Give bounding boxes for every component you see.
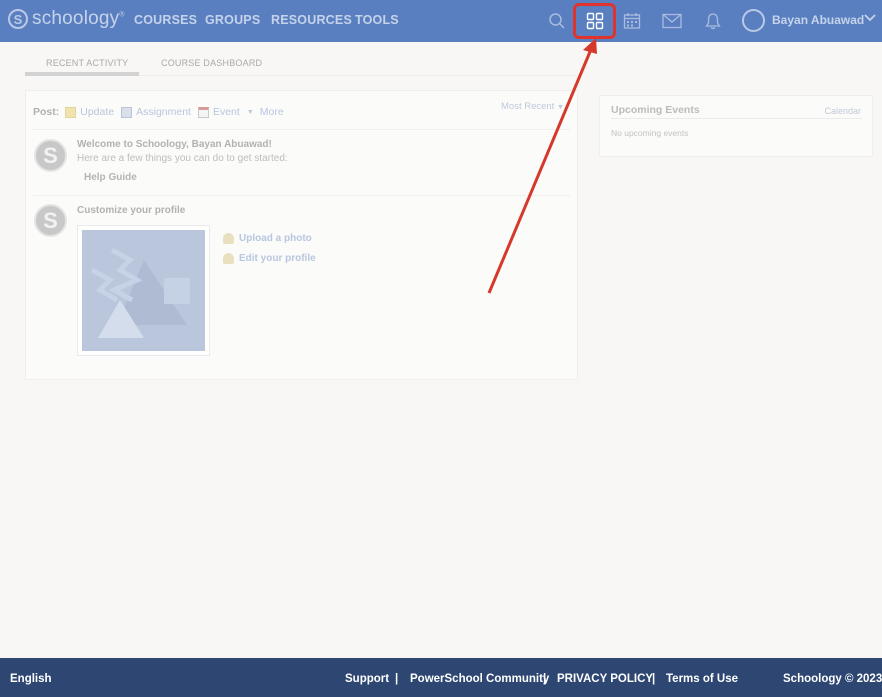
upcoming-events-panel: Upcoming Events Calendar No upcoming eve… xyxy=(599,95,873,157)
post-label: Post: xyxy=(33,106,60,118)
user-edit-icon xyxy=(223,253,234,264)
tab-course-dashboard[interactable]: COURSE DASHBOARD xyxy=(161,58,262,68)
tab-active-indicator xyxy=(25,72,139,76)
footer: English Support | PowerSchool Community … xyxy=(0,658,882,697)
tab-recent-activity[interactable]: RECENT ACTIVITY xyxy=(46,58,128,68)
event-icon xyxy=(197,106,209,118)
mail-icon[interactable] xyxy=(660,9,684,33)
post-event-label: Event xyxy=(212,106,240,118)
user-photo-icon xyxy=(223,233,234,244)
post-more-label: More xyxy=(259,106,284,118)
nav-courses[interactable]: COURSES xyxy=(134,13,197,27)
post-update-label: Update xyxy=(80,106,115,118)
chevron-down-icon[interactable] xyxy=(864,14,876,22)
sort-dropdown[interactable]: Most Recent ▼ xyxy=(501,101,564,112)
upcoming-events-title: Upcoming Events xyxy=(611,104,700,116)
divider xyxy=(611,118,862,119)
top-navigation-bar: S schoology® COURSES GROUPS RESOURCES TO… xyxy=(0,0,882,42)
upload-photo-label: Upload a photo xyxy=(239,233,312,244)
post-update-button[interactable]: Update xyxy=(65,106,114,118)
nav-resources[interactable]: RESOURCES xyxy=(271,13,352,27)
divider xyxy=(33,195,570,196)
logo-mark: S xyxy=(8,9,28,29)
divider xyxy=(33,129,570,130)
help-guide-link[interactable]: Help Guide xyxy=(84,172,137,183)
footer-powerschool-link[interactable]: PowerSchool Community xyxy=(410,673,549,685)
recent-activity-panel: Post: Update Assignment Event ▼ More Mos… xyxy=(25,90,578,380)
post-bar: Post: Update Assignment Event ▼ More xyxy=(33,106,291,118)
profile-photo-placeholder[interactable] xyxy=(77,225,210,356)
welcome-subtitle: Here are a few things you can do to get … xyxy=(77,153,288,164)
schoology-avatar: S xyxy=(34,204,67,237)
upload-photo-link[interactable]: Upload a photo xyxy=(223,233,312,244)
footer-terms-link[interactable]: Terms of Use xyxy=(666,673,738,685)
nav-groups[interactable]: GROUPS xyxy=(205,13,260,27)
placeholder-shapes-icon xyxy=(90,247,190,338)
post-assignment-label: Assignment xyxy=(136,106,191,118)
nav-tools[interactable]: TOOLS xyxy=(355,13,399,27)
welcome-title: Welcome to Schoology, Bayan Abuawad! xyxy=(77,139,272,150)
assignment-icon xyxy=(121,106,133,118)
footer-copyright: Schoology © 2023 xyxy=(783,673,882,685)
footer-privacy-link[interactable]: PRIVACY POLICY xyxy=(557,673,653,685)
search-icon[interactable] xyxy=(545,9,569,33)
highlight-box xyxy=(573,3,616,39)
post-event-button[interactable]: Event xyxy=(197,106,240,118)
footer-separator: | xyxy=(395,673,399,685)
note-icon xyxy=(65,106,77,118)
footer-support-link[interactable]: Support xyxy=(345,673,389,685)
notification-bell-icon[interactable] xyxy=(701,9,725,33)
language-selector[interactable]: English xyxy=(10,673,52,685)
post-assignment-button[interactable]: Assignment xyxy=(121,106,191,118)
schoology-logo[interactable]: S schoology® xyxy=(8,8,125,30)
caret-down-icon: ▼ xyxy=(246,108,254,116)
sort-label: Most Recent xyxy=(501,101,555,112)
logo-text: schoology® xyxy=(32,8,125,29)
edit-profile-link[interactable]: Edit your profile xyxy=(223,253,316,264)
user-avatar[interactable] xyxy=(742,9,765,32)
footer-separator: | xyxy=(652,673,656,685)
profile-title: Customize your profile xyxy=(77,205,186,216)
no-events-text: No upcoming events xyxy=(611,128,689,138)
caret-down-icon: ▼ xyxy=(556,104,564,111)
user-name[interactable]: Bayan Abuawad xyxy=(772,13,864,27)
calendar-link[interactable]: Calendar xyxy=(824,106,861,116)
edit-profile-label: Edit your profile xyxy=(239,253,316,264)
footer-separator: | xyxy=(543,673,547,685)
calendar-icon[interactable] xyxy=(620,9,644,33)
post-more-button[interactable]: ▼ More xyxy=(247,106,284,118)
schoology-avatar: S xyxy=(34,139,67,172)
placeholder-image xyxy=(82,230,205,351)
